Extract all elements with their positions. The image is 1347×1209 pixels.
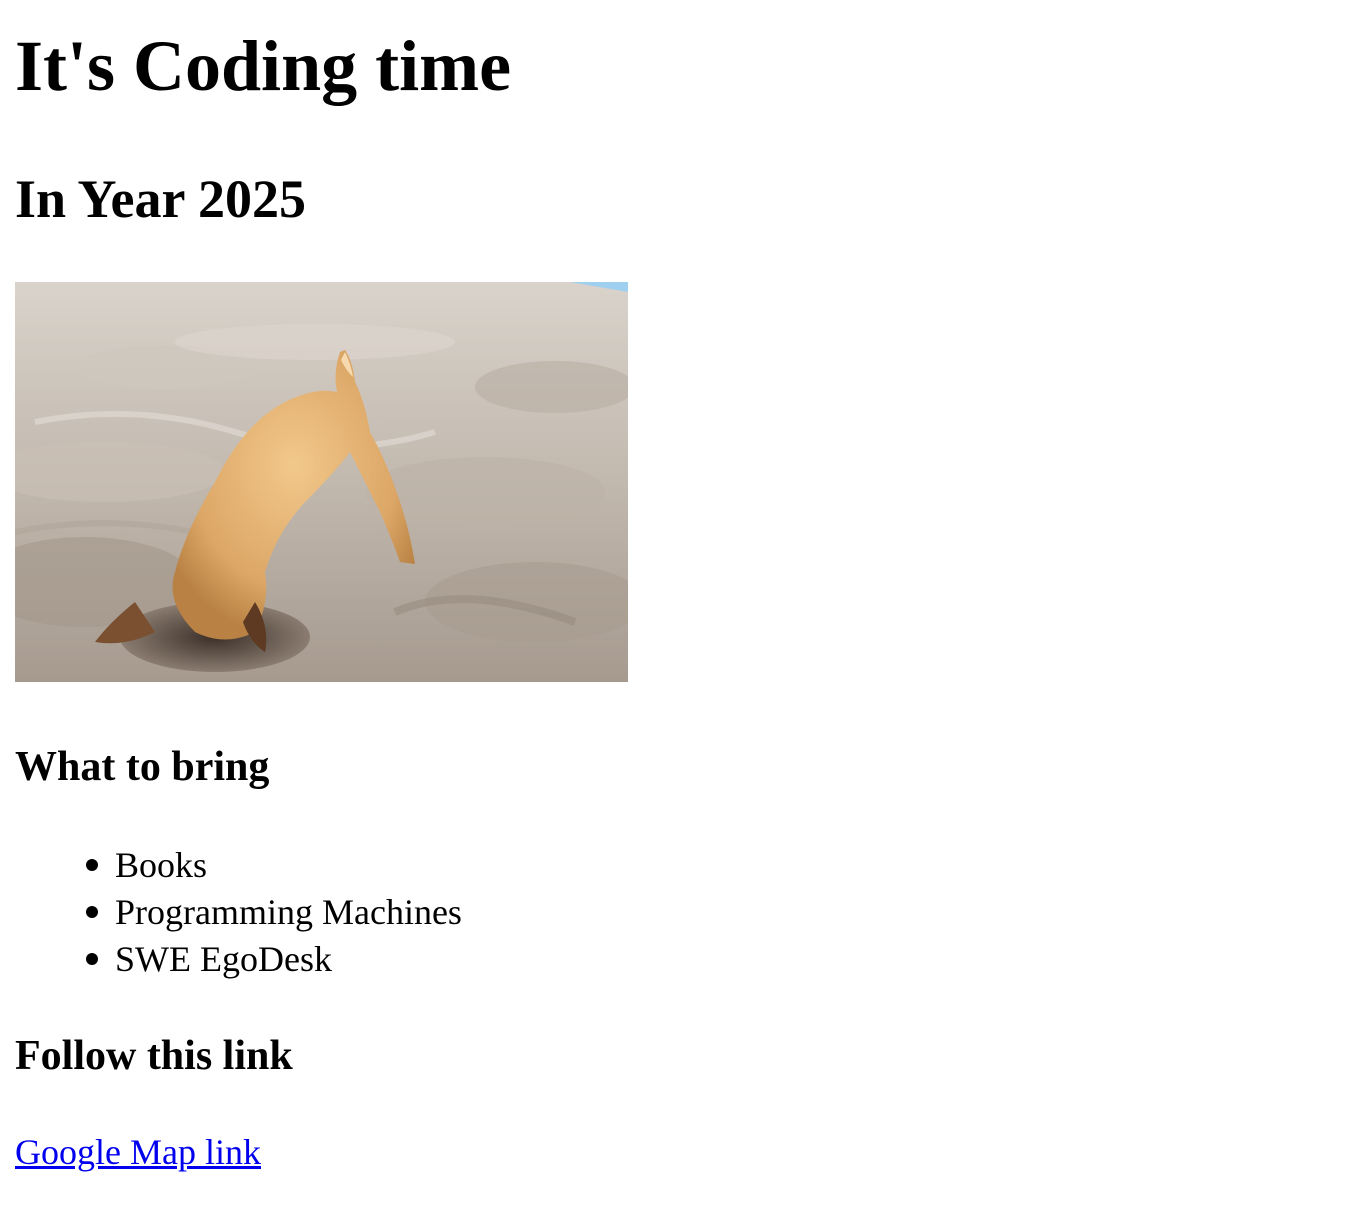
list-item: Programming Machines [15,889,462,936]
bring-list: Books Programming Machines SWE EgoDesk [15,842,462,983]
list-item: SWE EgoDesk [15,936,462,983]
list-item: Books [15,842,462,889]
bullet-icon [86,953,98,965]
google-map-link[interactable]: Google Map link [15,1130,261,1174]
what-to-bring-heading: What to bring [15,744,270,790]
dog-digging-in-sand-image [15,282,628,682]
page-title: It's Coding time [15,26,512,106]
page-subtitle: In Year 2025 [15,169,307,229]
list-item-label: Books [115,845,208,885]
list-item-label: SWE EgoDesk [115,939,332,979]
bullet-icon [86,859,98,871]
bullet-icon [86,906,98,918]
follow-link-heading: Follow this link [15,1033,293,1079]
list-item-label: Programming Machines [115,892,462,932]
